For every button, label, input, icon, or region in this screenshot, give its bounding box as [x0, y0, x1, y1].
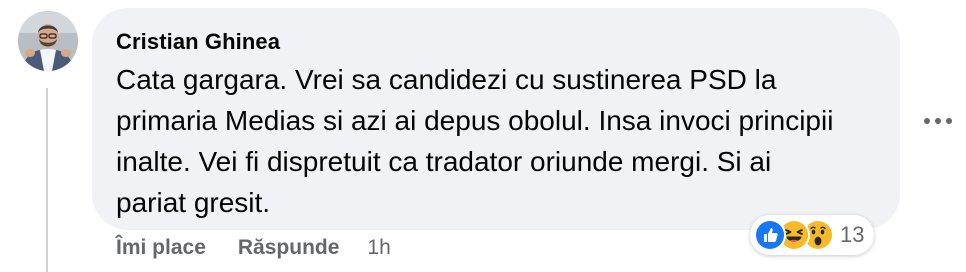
comment-timestamp[interactable]: 1h	[367, 236, 390, 260]
comment-actions: Îmi place Răspunde 1h	[116, 236, 391, 260]
comment-thread: Cristian Ghinea Cata gargara. Vrei sa ca…	[0, 0, 966, 272]
thread-line	[46, 88, 48, 272]
reactions-summary[interactable]: 13	[750, 215, 875, 255]
more-options-icon	[935, 118, 941, 124]
reaction-count: 13	[840, 222, 865, 247]
reply-button[interactable]: Răspunde	[238, 236, 340, 260]
like-icon	[754, 219, 786, 251]
like-button[interactable]: Îmi place	[116, 236, 206, 260]
more-options-button[interactable]	[918, 106, 958, 136]
more-options-icon	[924, 118, 930, 124]
avatar[interactable]	[18, 11, 78, 71]
comment-author[interactable]: Cristian Ghinea	[116, 29, 878, 55]
more-options-icon	[946, 118, 952, 124]
comment-text: Cata gargara. Vrei sa candidezi cu susti…	[116, 64, 834, 218]
comment-bubble: Cristian Ghinea Cata gargara. Vrei sa ca…	[92, 8, 900, 230]
